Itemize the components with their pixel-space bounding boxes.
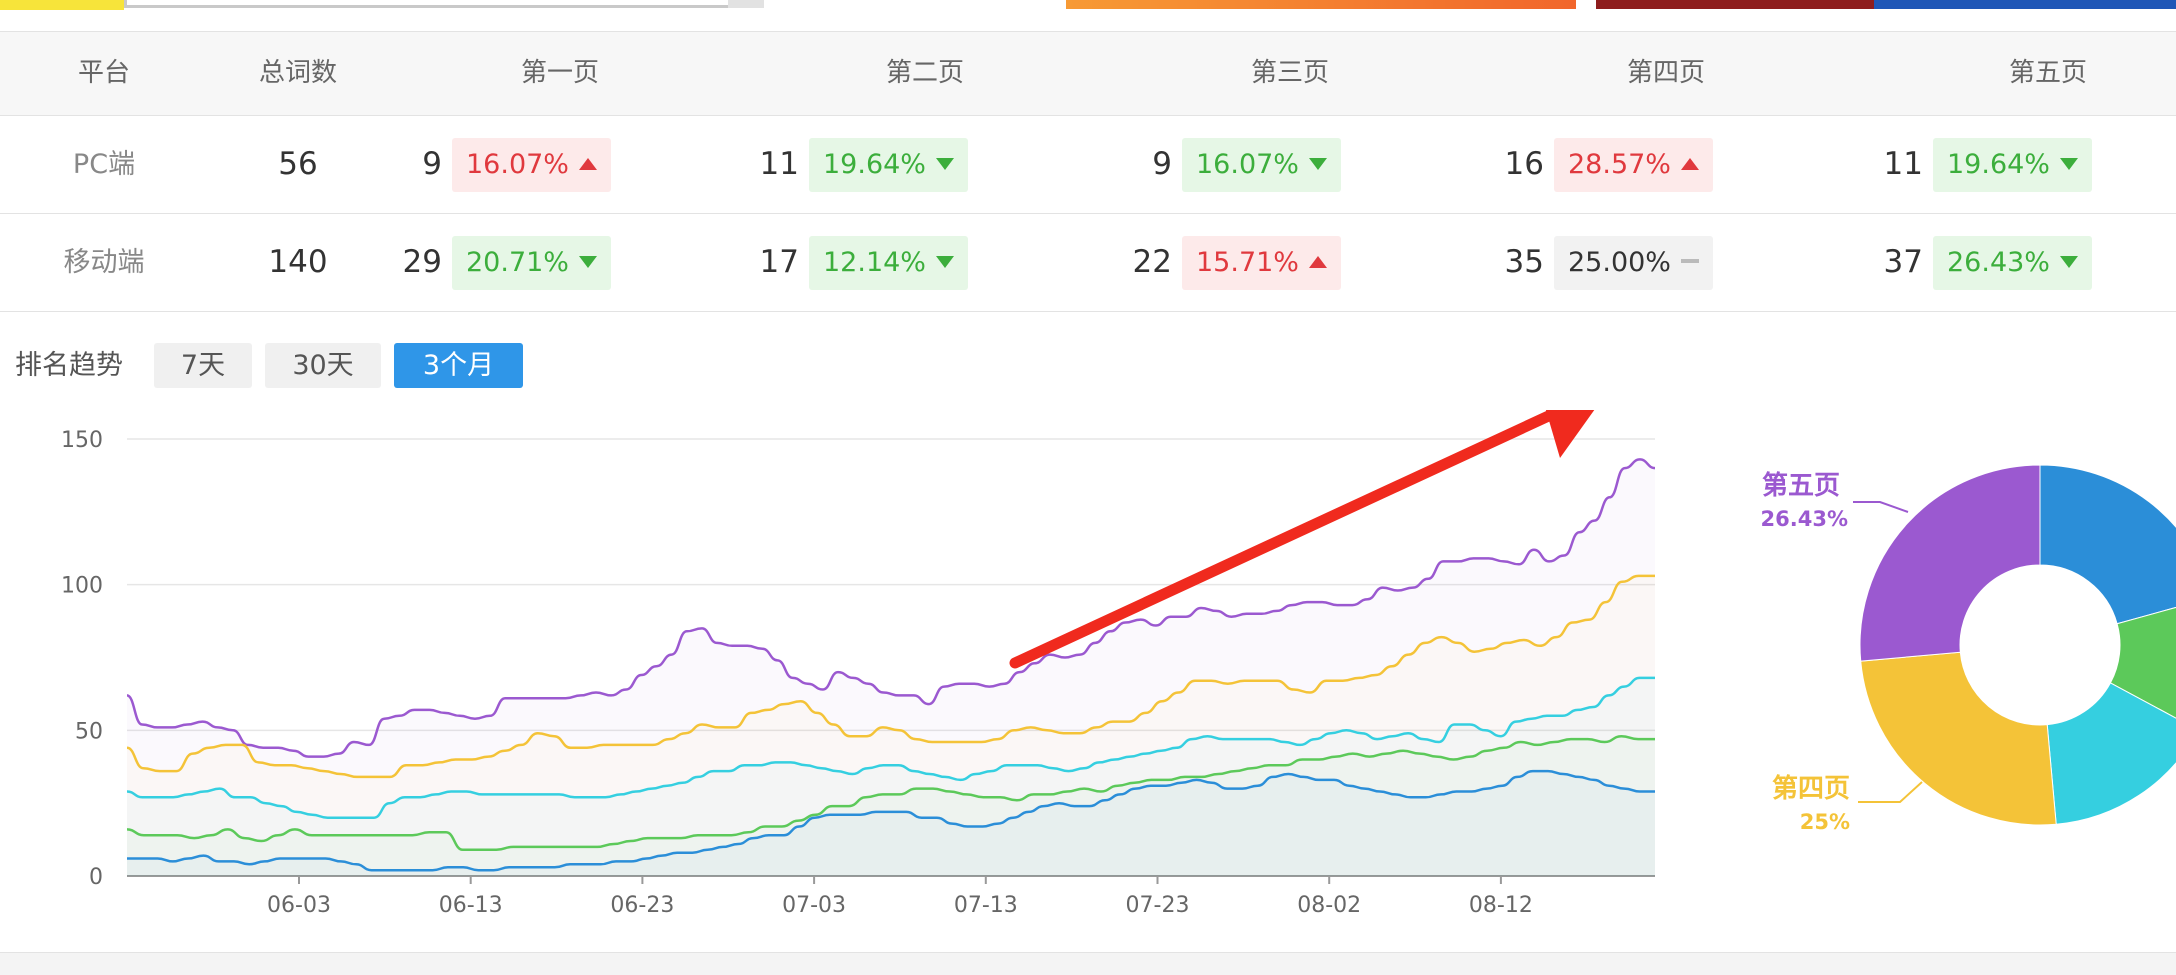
trend-down-icon xyxy=(2059,157,2078,170)
page-count: 9 xyxy=(1152,146,1172,182)
page-pct: 28.57% xyxy=(1568,149,1671,180)
search-button[interactable] xyxy=(728,0,764,8)
page-pct: 16.07% xyxy=(466,149,569,180)
x-tick-label: 07-03 xyxy=(782,893,846,918)
pie-slice[interactable] xyxy=(1860,651,2057,826)
page-count: 16 xyxy=(1504,146,1544,182)
trend-title: 排名趋势 xyxy=(15,350,123,381)
page-pct-badge: 12.14% xyxy=(809,236,968,290)
page-pct-badge: 25.00% xyxy=(1554,236,1713,290)
page-count: 11 xyxy=(1883,146,1923,182)
platform-cell: 移动端 xyxy=(63,247,145,278)
page-pct-badge: 26.43% xyxy=(1933,236,2092,290)
pie-label-page5: 第五页 26.43% xyxy=(1761,470,1909,531)
x-tick-label: 06-13 xyxy=(439,893,503,918)
page-count: 11 xyxy=(759,146,799,182)
trend-up-icon xyxy=(578,157,597,170)
chart-y-axis: 0 50 100 150 xyxy=(61,428,103,890)
header-total: 总词数 xyxy=(258,58,338,88)
header-platform: 平台 xyxy=(77,58,131,88)
page-count: 37 xyxy=(1883,244,1923,280)
pie-label-page4: 第四页 25% xyxy=(1772,773,1923,834)
page-pct: 15.71% xyxy=(1196,247,1299,278)
banner-blue[interactable] xyxy=(1874,0,2176,9)
header-page4: 第四页 xyxy=(1626,58,1706,88)
trend-up-icon xyxy=(1680,157,1699,170)
page-count: 35 xyxy=(1504,244,1544,280)
chart-series xyxy=(126,458,1656,872)
page-count: 9 xyxy=(422,146,442,182)
chart-x-axis: 06-03 06-13 06-23 07-03 07-13 07-23 08-02 08-12 xyxy=(267,876,1533,918)
page-pct-badge: 16.07% xyxy=(452,138,611,192)
trend-down-icon xyxy=(935,255,954,268)
trend-flat-icon xyxy=(1680,258,1699,263)
pie-slices xyxy=(1859,464,2176,826)
page-pct: 25.00% xyxy=(1568,247,1671,278)
range-30d-button[interactable]: 30天 xyxy=(265,343,381,388)
trend-up-icon xyxy=(1308,255,1327,268)
page-pct-badge: 16.07% xyxy=(1182,138,1341,192)
trend-down-icon xyxy=(1308,157,1327,170)
page-pct-badge: 19.64% xyxy=(809,138,968,192)
pie-label-pct: 26.43% xyxy=(1761,507,1848,531)
table-row: PC端 56 9 16.07% 11 19.64% 9 16.07% 16 28… xyxy=(0,116,2176,214)
page-pct: 19.64% xyxy=(823,149,926,180)
header-page5: 第五页 xyxy=(2008,58,2088,88)
page-distribution-pie: 第五页 26.43% 第四页 25% xyxy=(1761,464,2176,834)
page-pct: 19.64% xyxy=(1947,149,2050,180)
x-tick-label: 06-23 xyxy=(610,893,674,918)
page-count: 17 xyxy=(759,244,799,280)
pie-slice[interactable] xyxy=(2039,464,2176,625)
y-tick-label: 150 xyxy=(61,428,103,453)
page-pct: 26.43% xyxy=(1947,247,2050,278)
trend-down-icon xyxy=(2059,255,2078,268)
banner-orange[interactable] xyxy=(1066,0,1576,9)
trend-line-chart: 0 50 100 150 06-03 06-13 06-23 07-03 07-13 07-23… xyxy=(61,410,1656,918)
pie-slice[interactable] xyxy=(1859,464,2041,662)
x-tick-label: 08-12 xyxy=(1469,893,1533,918)
page-count: 29 xyxy=(402,244,442,280)
page-pct-badge: 28.57% xyxy=(1554,138,1713,192)
table-header: 平台 总词数 第一页 第二页 第三页 第四页 第五页 xyxy=(0,31,2176,116)
search-input[interactable] xyxy=(124,0,764,8)
trend-down-icon xyxy=(578,255,597,268)
range-7d-button[interactable]: 7天 xyxy=(154,343,252,388)
page-pct: 16.07% xyxy=(1196,149,1299,180)
pie-label-name: 第五页 xyxy=(1762,470,1840,501)
trend-down-icon xyxy=(935,157,954,170)
top-strip xyxy=(0,0,2176,10)
page-pct-badge: 19.64% xyxy=(1933,138,2092,192)
page-count: 22 xyxy=(1132,244,1172,280)
page-pct-badge: 20.71% xyxy=(452,236,611,290)
header-page2: 第二页 xyxy=(885,58,965,88)
y-tick-label: 100 xyxy=(61,574,103,599)
page-pct-badge: 15.71% xyxy=(1182,236,1341,290)
top-logo-strip xyxy=(0,0,124,10)
section-divider xyxy=(0,952,2176,975)
page-pct: 20.71% xyxy=(466,247,569,278)
page-pct: 12.14% xyxy=(823,247,926,278)
platform-cell: PC端 xyxy=(72,149,136,180)
table-row: 移动端 140 29 20.71% 17 12.14% 22 15.71% 35… xyxy=(0,214,2176,312)
header-page1: 第一页 xyxy=(520,58,600,88)
y-tick-label: 0 xyxy=(89,865,103,890)
banner-red[interactable] xyxy=(1596,0,1874,9)
total-cell: 56 xyxy=(278,146,318,182)
range-3m-button[interactable]: 3个月 xyxy=(394,343,523,388)
pie-label-name: 第四页 xyxy=(1772,773,1850,804)
x-tick-label: 06-03 xyxy=(267,893,331,918)
x-tick-label: 07-13 xyxy=(954,893,1018,918)
pie-label-pct: 25% xyxy=(1800,810,1850,834)
y-tick-label: 50 xyxy=(75,719,103,744)
x-tick-label: 07-23 xyxy=(1126,893,1190,918)
x-tick-label: 08-02 xyxy=(1297,893,1361,918)
total-cell: 140 xyxy=(268,244,328,280)
header-page3: 第三页 xyxy=(1250,58,1330,88)
ranking-table: 平台 总词数 第一页 第二页 第三页 第四页 第五页 PC端 56 9 16.0… xyxy=(0,31,2176,312)
